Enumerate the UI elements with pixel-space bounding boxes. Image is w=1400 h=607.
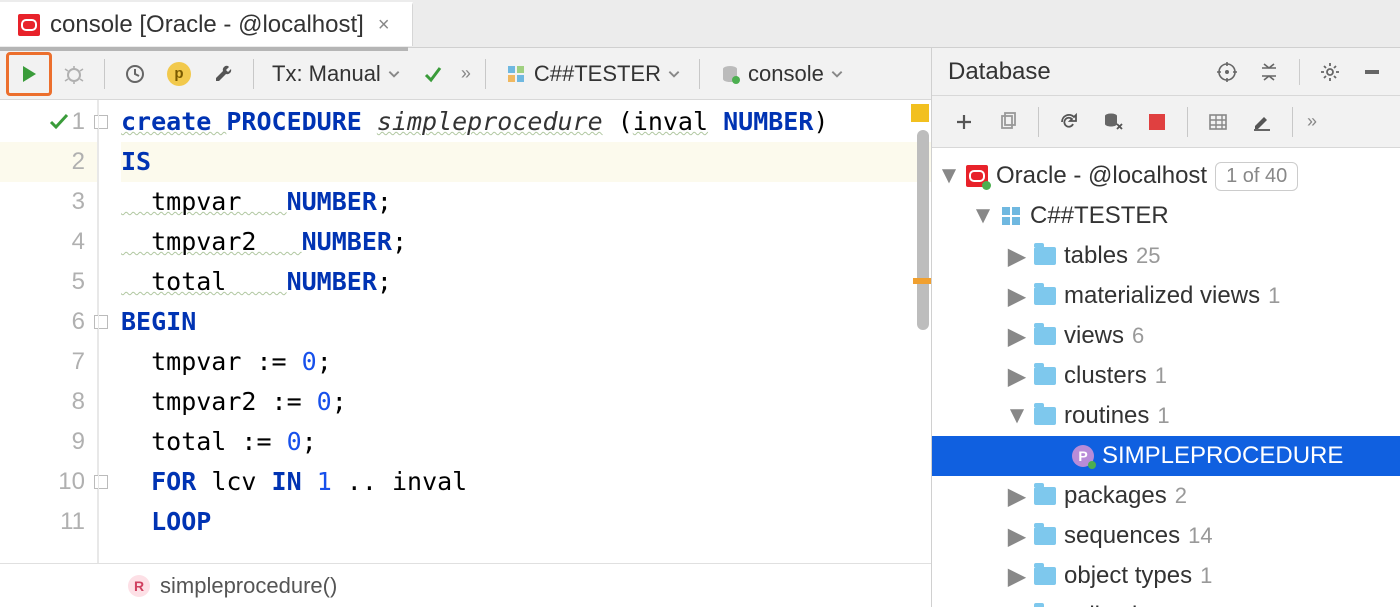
chevron-right-icon[interactable]: ▶	[1008, 482, 1026, 511]
add-button[interactable]	[942, 102, 986, 142]
database-toolbar: »	[932, 96, 1400, 148]
folder-icon	[1034, 247, 1056, 265]
oracle-icon	[966, 165, 988, 187]
line-number: 2	[72, 148, 85, 176]
more-icon[interactable]: »	[455, 63, 477, 84]
marker-icon	[913, 278, 931, 284]
folder-icon	[1034, 487, 1056, 505]
chevron-right-icon[interactable]: ▶	[1008, 322, 1026, 351]
tree-node-routines[interactable]: ▼ routines 1	[932, 396, 1400, 436]
debug-button[interactable]	[52, 54, 96, 94]
tree-node-procedure[interactable]: P SIMPLEPROCEDURE	[932, 436, 1400, 476]
chevron-right-icon[interactable]: ▶	[1008, 522, 1026, 551]
breadcrumb: R simpleprocedure()	[0, 563, 931, 607]
table-view-button[interactable]	[1196, 102, 1240, 142]
gear-icon[interactable]	[1318, 60, 1342, 84]
tree-node-tables[interactable]: ▶ tables 25	[932, 236, 1400, 276]
editor-body: 1 2 3 4 5 6 7 8 9 10 11 create PROCEDURE…	[0, 100, 931, 563]
breadcrumb-label[interactable]: simpleprocedure()	[160, 573, 337, 599]
chevron-right-icon[interactable]: ▶	[1008, 362, 1026, 391]
hide-icon[interactable]	[1360, 60, 1384, 84]
run-button[interactable]	[6, 52, 52, 96]
line-number: 3	[72, 188, 85, 216]
schema-label: C##TESTER	[534, 61, 661, 87]
routine-badge-icon: R	[128, 575, 150, 597]
filter-button[interactable]	[1091, 102, 1135, 142]
line-number: 9	[72, 428, 85, 456]
tree-node-ctypes[interactable]: ▶ collection types 2	[932, 596, 1400, 607]
marker-bar	[913, 100, 931, 563]
datasource-icon	[718, 62, 742, 86]
scrollbar-thumb[interactable]	[917, 130, 929, 330]
line-number: 8	[72, 388, 85, 416]
chevron-down-icon[interactable]: ▼	[1008, 402, 1026, 430]
database-header: Database	[932, 48, 1400, 96]
tab-bar: console [Oracle - @localhost] ×	[0, 0, 1400, 48]
folder-icon	[1034, 527, 1056, 545]
folder-icon	[1034, 287, 1056, 305]
console-dropdown[interactable]: console	[708, 61, 854, 87]
code-area[interactable]: create PROCEDURE simpleprocedure (inval …	[98, 100, 931, 563]
tree-node-clusters[interactable]: ▶ clusters 1	[932, 356, 1400, 396]
gutter: 1 2 3 4 5 6 7 8 9 10 11	[0, 100, 98, 563]
procedure-icon: P	[1072, 445, 1094, 467]
line-number: 1	[72, 108, 85, 136]
editor-panel: p Tx: Manual » C##TESTER	[0, 48, 932, 607]
schema-label: C##TESTER	[1030, 202, 1169, 230]
tree-node-otypes[interactable]: ▶ object types 1	[932, 556, 1400, 596]
database-tree: ▼ Oracle - @localhost 1 of 40 ▼ C##TESTE…	[932, 148, 1400, 607]
root-label: Oracle - @localhost	[996, 162, 1207, 190]
chevron-right-icon[interactable]: ▶	[1008, 602, 1026, 607]
folder-icon	[1034, 407, 1056, 425]
schema-dropdown[interactable]: C##TESTER	[494, 61, 691, 87]
chevron-down-icon[interactable]: ▼	[974, 202, 992, 230]
folder-icon	[1034, 567, 1056, 585]
tab-underline	[0, 47, 408, 51]
tree-node-mviews[interactable]: ▶ materialized views 1	[932, 276, 1400, 316]
close-tab-icon[interactable]: ×	[374, 14, 394, 37]
tx-mode-dropdown[interactable]: Tx: Manual	[262, 61, 411, 87]
tree-node-packages[interactable]: ▶ packages 2	[932, 476, 1400, 516]
folder-icon	[1034, 367, 1056, 385]
chevron-right-icon[interactable]: ▶	[1008, 562, 1026, 591]
target-icon[interactable]	[1215, 60, 1239, 84]
chevron-down-icon[interactable]: ▼	[940, 162, 958, 190]
warning-marker-icon[interactable]	[911, 104, 929, 122]
chevron-right-icon[interactable]: ▶	[1008, 242, 1026, 271]
tree-node-sequences[interactable]: ▶ sequences 14	[932, 516, 1400, 556]
copy-button[interactable]	[986, 102, 1030, 142]
p-button[interactable]: p	[157, 54, 201, 94]
history-button[interactable]	[113, 54, 157, 94]
chevron-right-icon[interactable]: ▶	[1008, 282, 1026, 311]
editor-tab[interactable]: console [Oracle - @localhost] ×	[0, 2, 413, 46]
tree-root[interactable]: ▼ Oracle - @localhost 1 of 40	[932, 156, 1400, 196]
tx-label: Tx: Manual	[272, 61, 381, 87]
oracle-icon	[18, 14, 40, 36]
schema-icon	[1000, 205, 1022, 227]
console-label: console	[748, 61, 824, 87]
tab-title: console [Oracle - @localhost]	[50, 11, 364, 39]
line-number: 5	[72, 268, 85, 296]
tree-schema[interactable]: ▼ C##TESTER	[932, 196, 1400, 236]
more-icon[interactable]: »	[1301, 111, 1323, 132]
schema-icon	[504, 62, 528, 86]
refresh-button[interactable]	[1047, 102, 1091, 142]
edit-button[interactable]	[1240, 102, 1284, 142]
line-number: 11	[60, 508, 85, 536]
commit-button[interactable]	[411, 54, 455, 94]
database-title: Database	[948, 58, 1051, 86]
folder-icon	[1034, 327, 1056, 345]
database-panel: Database » ▼	[932, 48, 1400, 607]
editor-toolbar: p Tx: Manual » C##TESTER	[0, 48, 931, 100]
line-number: 4	[72, 228, 85, 256]
stop-button[interactable]	[1135, 102, 1179, 142]
settings-wrench-icon[interactable]	[201, 54, 245, 94]
count-badge: 1 of 40	[1215, 162, 1298, 191]
line-number: 6	[72, 308, 85, 336]
tree-node-views[interactable]: ▶ views 6	[932, 316, 1400, 356]
line-number: 7	[72, 348, 85, 376]
line-number: 10	[58, 468, 85, 496]
collapse-icon[interactable]	[1257, 60, 1281, 84]
